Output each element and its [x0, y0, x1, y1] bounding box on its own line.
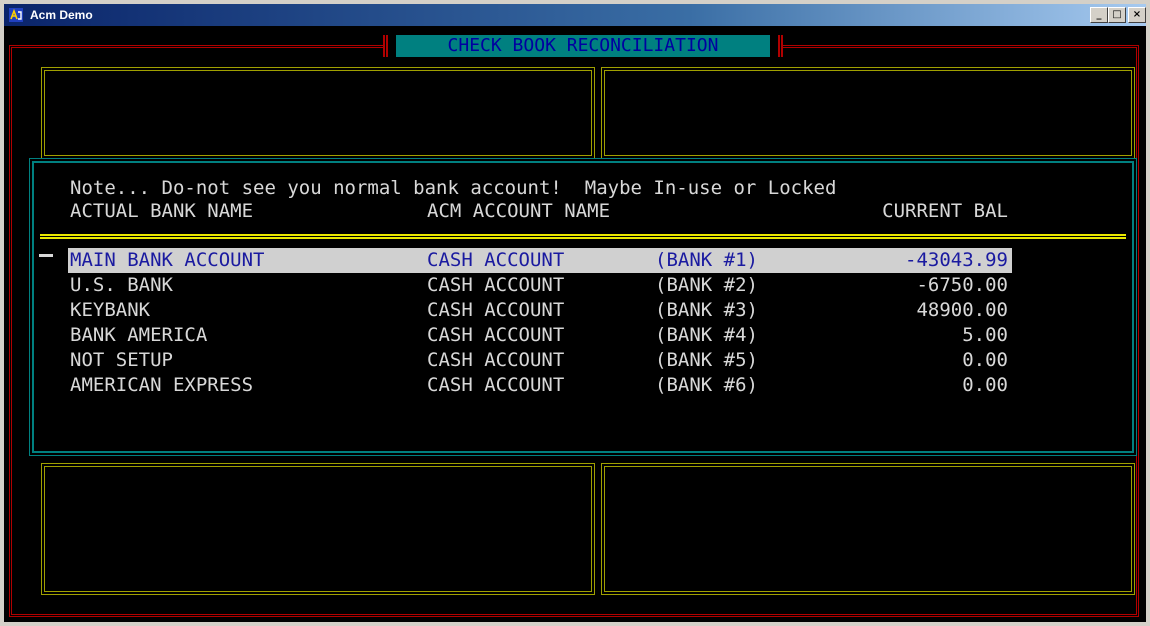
bank-name: U.S. BANK — [70, 274, 173, 296]
screen-title-banner: CHECK BOOK RECONCILIATION — [383, 34, 783, 60]
bank-row[interactable]: BANK AMERICA CASH ACCOUNT (BANK #4) 5.00 — [68, 323, 1012, 348]
text-cursor — [39, 254, 53, 257]
current-balance: 0.00 — [962, 374, 1008, 396]
bank-number: (BANK #6) — [655, 374, 758, 396]
top-left-panel — [41, 67, 595, 159]
acm-account-name: CASH ACCOUNT — [427, 249, 565, 271]
bank-number: (BANK #5) — [655, 349, 758, 371]
bank-row[interactable]: MAIN BANK ACCOUNT CASH ACCOUNT (BANK #1)… — [68, 248, 1012, 273]
dialog-note: Note... Do-not see you normal bank accou… — [70, 177, 837, 199]
title-bar[interactable]: Acm Demo _ □ × — [4, 4, 1146, 26]
acm-account-name: CASH ACCOUNT — [427, 374, 565, 396]
bank-name: MAIN BANK ACCOUNT — [70, 249, 265, 271]
bank-account-list: MAIN BANK ACCOUNT CASH ACCOUNT (BANK #1)… — [68, 248, 1012, 398]
current-balance: -6750.00 — [916, 274, 1008, 296]
bank-number: (BANK #3) — [655, 299, 758, 321]
close-button[interactable]: × — [1128, 7, 1146, 23]
top-right-panel — [601, 67, 1135, 159]
current-balance: 5.00 — [962, 324, 1008, 346]
acm-account-name: CASH ACCOUNT — [427, 274, 565, 296]
bank-row[interactable]: U.S. BANK CASH ACCOUNT (BANK #2) -6750.0… — [68, 273, 1012, 298]
bank-number: (BANK #1) — [655, 249, 758, 271]
acm-account-name: CASH ACCOUNT — [427, 349, 565, 371]
window-title: Acm Demo — [30, 8, 93, 22]
bank-name: BANK AMERICA — [70, 324, 208, 346]
app-icon[interactable] — [8, 7, 24, 23]
bank-select-dialog: Note... Do-not see you normal bank accou… — [29, 158, 1137, 456]
current-balance: -43043.99 — [905, 249, 1008, 271]
minimize-button[interactable]: _ — [1090, 7, 1108, 23]
title-bar-left-divider — [383, 35, 388, 57]
bank-number: (BANK #2) — [655, 274, 758, 296]
acm-account-name: CASH ACCOUNT — [427, 324, 565, 346]
bank-row[interactable]: AMERICAN EXPRESS CASH ACCOUNT (BANK #6) … — [68, 373, 1012, 398]
bank-name: NOT SETUP — [70, 349, 173, 371]
current-balance: 48900.00 — [916, 299, 1008, 321]
bank-row[interactable]: NOT SETUP CASH ACCOUNT (BANK #5) 0.00 — [68, 348, 1012, 373]
maximize-button[interactable]: □ — [1108, 7, 1126, 23]
header-acm-account-name: ACM ACCOUNT NAME — [427, 200, 611, 222]
header-separator — [40, 234, 1126, 239]
acm-account-name: CASH ACCOUNT — [427, 299, 565, 321]
title-bar-right-divider — [778, 35, 783, 57]
header-actual-bank-name: ACTUAL BANK NAME — [70, 200, 254, 222]
header-current-balance: CURRENT BAL — [882, 200, 1008, 222]
bank-number: (BANK #4) — [655, 324, 758, 346]
app-window: Acm Demo _ □ × CHECK BOOK RECONCILIATION… — [0, 0, 1150, 626]
current-balance: 0.00 — [962, 349, 1008, 371]
bank-name: AMERICAN EXPRESS — [70, 374, 254, 396]
bank-row[interactable]: KEYBANK CASH ACCOUNT (BANK #3) 48900.00 — [68, 298, 1012, 323]
bottom-left-panel — [41, 463, 595, 595]
bottom-right-panel — [601, 463, 1135, 595]
bank-name: KEYBANK — [70, 299, 151, 321]
screen-title: CHECK BOOK RECONCILIATION — [396, 35, 770, 57]
console-screen: CHECK BOOK RECONCILIATION Note... Do-not… — [4, 26, 1146, 622]
